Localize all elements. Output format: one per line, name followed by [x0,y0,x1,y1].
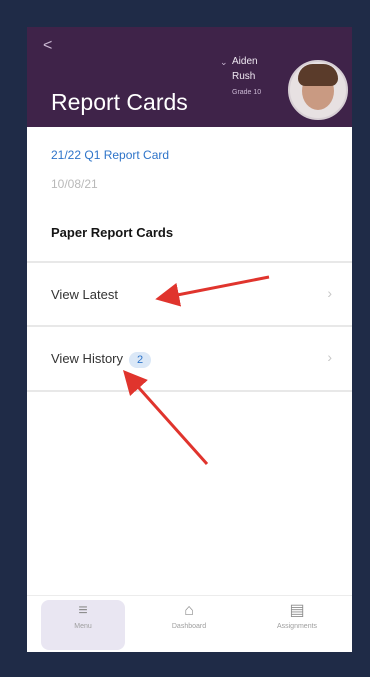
screenshot-frame: < Report Cards ⌄ Aiden Rush Grade 10 21/… [0,0,370,677]
back-button[interactable]: < [43,37,52,55]
avatar-hair [298,64,338,86]
view-history-row[interactable]: View History 2 › [27,325,352,389]
tab-label: Dashboard [171,623,207,630]
history-count-badge: 2 [129,352,152,368]
chevron-right-icon: › [327,285,332,301]
home-icon: ⌂ [184,602,194,619]
tab-label: Menu [74,623,92,630]
list-divider [27,390,352,392]
tab-assignments[interactable]: ▤ Assignments [255,600,339,650]
phone-screen: < Report Cards ⌄ Aiden Rush Grade 10 21/… [27,27,352,652]
tab-dashboard[interactable]: ⌂ Dashboard [147,600,231,650]
tab-menu[interactable]: ≡ Menu [41,600,125,650]
assignments-icon: ▤ [289,602,305,619]
view-history-label: View History 2 [51,351,152,368]
report-card-link[interactable]: 21/22 Q1 Report Card [51,148,169,162]
chevron-right-icon: › [327,349,332,365]
view-latest-label: View Latest [51,287,118,302]
app-header: < Report Cards ⌄ Aiden Rush Grade 10 [27,27,352,127]
view-latest-row[interactable]: View Latest › [27,261,352,325]
chevron-down-icon: ⌄ [220,57,228,67]
bottom-tab-bar: ≡ Menu ⌂ Dashboard ▤ Assignments [27,595,352,652]
student-first-name: Aiden [232,56,258,67]
report-card-date: 10/08/21 [51,177,98,191]
page-title: Report Cards [51,89,188,115]
tab-label: Assignments [276,623,318,630]
student-grade: Grade 10 [232,89,262,96]
view-history-text: View History [51,351,124,366]
student-last-name: Rush [232,71,256,82]
section-title: Paper Report Cards [51,225,174,240]
avatar[interactable] [288,60,348,120]
menu-icon: ≡ [78,602,88,619]
